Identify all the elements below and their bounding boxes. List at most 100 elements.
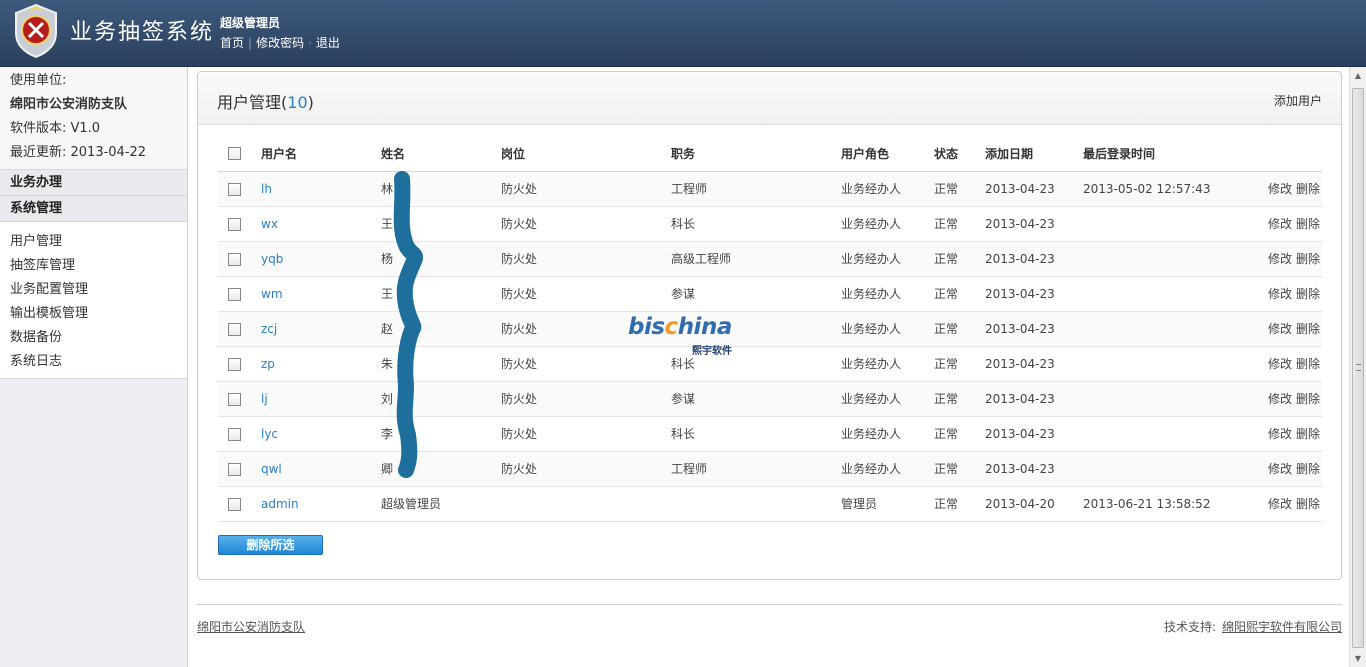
col-actions <box>1243 136 1322 172</box>
cell-status: 正常 <box>934 206 985 242</box>
row-checkbox[interactable] <box>228 182 241 196</box>
row-actions: 修改 删除 <box>1243 381 1322 417</box>
delete-button[interactable]: 删除 <box>1296 497 1320 511</box>
delete-button[interactable]: 删除 <box>1296 427 1320 441</box>
home-link[interactable]: 首页 <box>220 36 244 50</box>
row-select-cell <box>218 416 261 452</box>
username-link[interactable]: zp <box>261 357 275 371</box>
current-user-role: 超级管理员 <box>220 16 281 30</box>
delete-button[interactable]: 删除 <box>1296 287 1320 301</box>
edit-button[interactable]: 修改 <box>1268 357 1292 371</box>
vertical-scrollbar[interactable]: ▲ ▼ <box>1349 67 1366 667</box>
menu-business-config[interactable]: 业务配置管理 <box>0 278 187 302</box>
cell-name: 超级管理员 <box>381 486 501 522</box>
cell-username: lh <box>261 171 381 207</box>
cell-status: 正常 <box>934 241 985 277</box>
edit-button[interactable]: 修改 <box>1268 462 1292 476</box>
delete-button[interactable]: 删除 <box>1296 462 1320 476</box>
edit-button[interactable]: 修改 <box>1268 217 1292 231</box>
edit-button[interactable]: 修改 <box>1268 497 1292 511</box>
cell-duty: 参谋 <box>671 381 841 417</box>
link-separator: · <box>308 36 312 50</box>
row-select-cell <box>218 381 261 417</box>
col-post: 岗位 <box>501 136 671 172</box>
cell-username: lj <box>261 381 381 417</box>
menu-data-backup[interactable]: 数据备份 <box>0 326 187 350</box>
watermark-brand-a: bis <box>628 314 665 340</box>
logout-link[interactable]: 退出 <box>316 36 340 50</box>
cell-last-login: 2013-06-21 13:58:52 <box>1083 486 1243 522</box>
edit-button[interactable]: 修改 <box>1268 252 1292 266</box>
row-select-cell <box>218 346 261 382</box>
delete-selected-button[interactable]: 删除所选 <box>218 535 323 555</box>
edit-button[interactable]: 修改 <box>1268 287 1292 301</box>
cell-duty: 科长 <box>671 416 841 452</box>
delete-button[interactable]: 删除 <box>1296 322 1320 336</box>
cell-role: 业务经办人 <box>841 311 934 347</box>
username-link[interactable]: admin <box>261 497 299 511</box>
change-password-link[interactable]: 修改密码 <box>256 36 304 50</box>
row-checkbox[interactable] <box>228 497 241 511</box>
edit-button[interactable]: 修改 <box>1268 182 1292 196</box>
username-link[interactable]: wm <box>261 287 283 301</box>
row-select-cell <box>218 276 261 312</box>
menu-lottery-pool[interactable]: 抽签库管理 <box>0 254 187 278</box>
page-title-text: 用户管理 <box>217 93 282 112</box>
delete-button[interactable]: 删除 <box>1296 392 1320 406</box>
delete-button[interactable]: 删除 <box>1296 357 1320 371</box>
top-header: 业务抽签系统 超级管理员 首页 | 修改密码 · 退出 <box>0 0 1366 67</box>
edit-button[interactable]: 修改 <box>1268 322 1292 336</box>
username-link[interactable]: lyc <box>261 427 278 441</box>
edit-button[interactable]: 修改 <box>1268 392 1292 406</box>
menu-user-management[interactable]: 用户管理 <box>0 230 187 254</box>
cell-post: 防火处 <box>501 346 671 382</box>
row-actions: 修改 删除 <box>1243 451 1322 487</box>
username-link[interactable]: zcj <box>261 322 277 336</box>
cell-last-login <box>1083 311 1243 347</box>
row-checkbox[interactable] <box>228 427 241 441</box>
row-checkbox[interactable] <box>228 252 241 266</box>
scroll-up-arrow-icon[interactable]: ▲ <box>1350 67 1366 84</box>
username-link[interactable]: wx <box>261 217 278 231</box>
row-select-cell <box>218 311 261 347</box>
cell-status: 正常 <box>934 346 985 382</box>
menu-system-log[interactable]: 系统日志 <box>0 350 187 374</box>
cell-post: 防火处 <box>501 451 671 487</box>
username-link[interactable]: yqb <box>261 252 283 266</box>
row-checkbox[interactable] <box>228 462 241 476</box>
row-checkbox[interactable] <box>228 287 241 301</box>
row-actions: 修改 删除 <box>1243 276 1322 312</box>
cell-last-login <box>1083 276 1243 312</box>
row-checkbox[interactable] <box>228 357 241 371</box>
menu-output-templates[interactable]: 输出模板管理 <box>0 302 187 326</box>
scroll-down-arrow-icon[interactable]: ▼ <box>1350 650 1366 667</box>
row-checkbox[interactable] <box>228 392 241 406</box>
row-checkbox[interactable] <box>228 322 241 336</box>
delete-button[interactable]: 删除 <box>1296 217 1320 231</box>
fire-department-emblem-icon <box>15 3 57 59</box>
select-all-checkbox[interactable] <box>228 147 241 161</box>
row-select-cell <box>218 486 261 522</box>
watermark-brand: bischina <box>628 314 732 340</box>
section-business[interactable]: 业务办理 <box>0 170 187 196</box>
delete-button[interactable]: 删除 <box>1296 182 1320 196</box>
support-company-link[interactable]: 绵阳熙宇软件有限公司 <box>1222 620 1342 634</box>
row-actions: 修改 删除 <box>1243 171 1322 207</box>
user-management-panel: 用户管理(10) 添加用户 用户名 姓名 岗位 职务 用户角色 状态 添加日期 … <box>197 71 1342 580</box>
section-system-management[interactable]: 系统管理 <box>0 196 187 222</box>
add-user-button[interactable]: 添加用户 <box>1274 92 1322 109</box>
cell-status: 正常 <box>934 486 985 522</box>
cell-post: 防火处 <box>501 276 671 312</box>
username-link[interactable]: qwl <box>261 462 282 476</box>
row-select-cell <box>218 206 261 242</box>
delete-button[interactable]: 删除 <box>1296 252 1320 266</box>
scrollbar-thumb[interactable] <box>1352 88 1364 648</box>
row-checkbox[interactable] <box>228 217 241 231</box>
footer-unit-link[interactable]: 绵阳市公安消防支队 <box>197 618 305 635</box>
username-link[interactable]: lh <box>261 182 272 196</box>
cell-post: 防火处 <box>501 206 671 242</box>
username-link[interactable]: lj <box>261 392 268 406</box>
edit-button[interactable]: 修改 <box>1268 427 1292 441</box>
row-select-cell <box>218 451 261 487</box>
unit-label: 使用单位: <box>10 73 67 88</box>
